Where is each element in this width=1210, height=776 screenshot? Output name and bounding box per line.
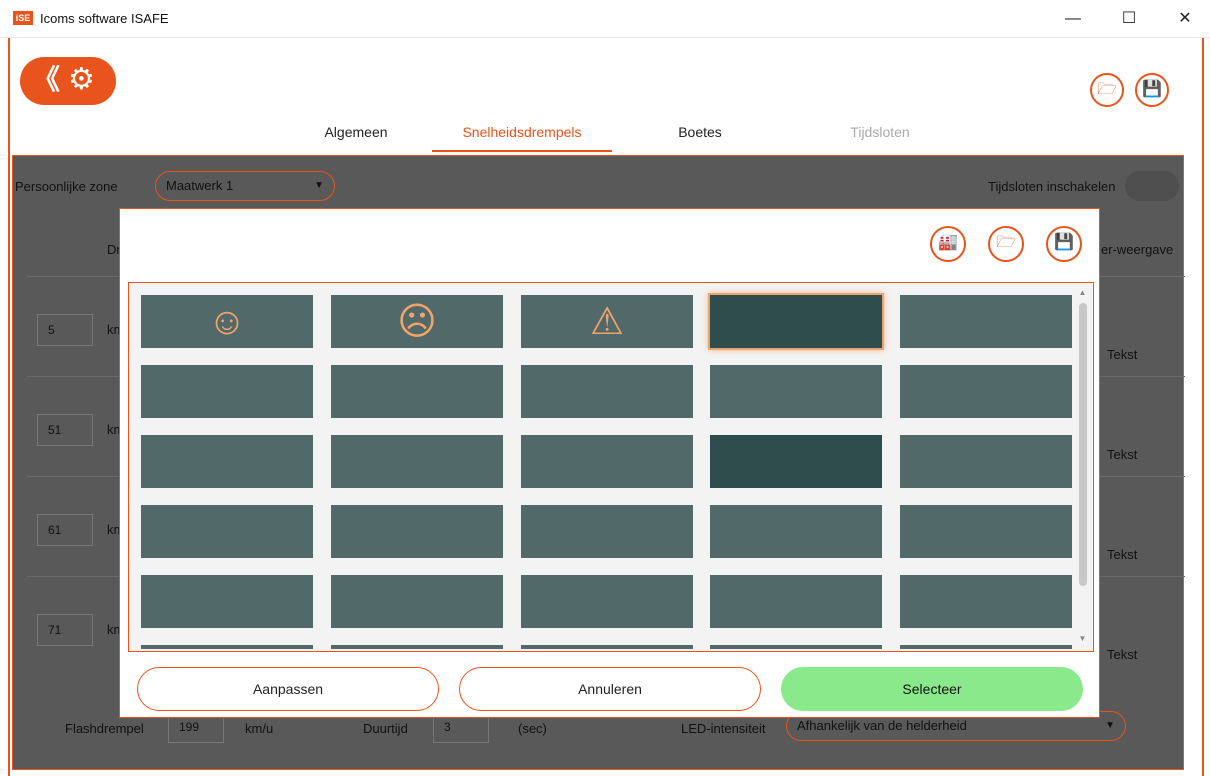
image-tile[interactable] — [900, 435, 1072, 488]
image-tile-partial[interactable] — [521, 645, 693, 649]
folder-icon: 🗁 — [996, 234, 1016, 251]
column-header-right: er-weergave — [1101, 242, 1174, 257]
select-button[interactable]: Selecteer — [781, 667, 1083, 711]
image-tile[interactable] — [521, 505, 693, 558]
image-tile[interactable] — [331, 505, 503, 558]
image-tile[interactable] — [331, 365, 503, 418]
image-tile[interactable] — [710, 295, 882, 348]
factory-icon: 🏭 — [938, 234, 958, 251]
speed-input[interactable]: 51 — [37, 414, 93, 446]
image-tile-partial[interactable] — [331, 645, 503, 649]
cancel-button[interactable]: Annuleren — [459, 667, 761, 711]
zone-select-value: Maatwerk 1 — [166, 178, 234, 193]
tab-boetes[interactable]: Boetes — [660, 124, 740, 140]
save-button[interactable]: 💾 — [1135, 73, 1169, 107]
image-tile[interactable] — [141, 505, 313, 558]
image-grid: ☺ ☹ ⚠ ▲ ▼ — [128, 282, 1094, 652]
dialog-toolbar: 🏭 🗁 💾 — [120, 209, 1099, 281]
gear-icon[interactable]: ⚙ — [68, 64, 95, 96]
speed-input[interactable]: 61 — [37, 514, 93, 546]
image-tile[interactable] — [900, 365, 1072, 418]
chevron-down-icon: ▼ — [1105, 720, 1115, 731]
adjust-button[interactable]: Aanpassen — [137, 667, 439, 711]
image-tile[interactable]: ☹ — [331, 295, 503, 348]
speed-input[interactable]: 5 — [37, 314, 93, 346]
image-tile[interactable] — [141, 435, 313, 488]
dialog-save-button[interactable]: 💾 — [1046, 226, 1082, 262]
duration-unit: (sec) — [518, 721, 547, 736]
display-mode: Tekst — [1107, 547, 1138, 562]
zone-select[interactable]: Maatwerk 1 ▼ — [155, 171, 335, 201]
flash-threshold-label: Flashdrempel — [65, 721, 144, 736]
image-picker-dialog: 🏭 🗁 💾 ☺ ☹ ⚠ ▲ ▼ Aanpassen Annuleren Select… — [119, 208, 1100, 718]
factory-reset-button[interactable]: 🏭 — [930, 226, 966, 262]
app-logo-icon: iSE — [13, 11, 33, 25]
grid-scrollbar[interactable]: ▲ ▼ — [1076, 287, 1089, 645]
scroll-up-arrow-icon[interactable]: ▲ — [1076, 287, 1089, 299]
led-intensity-value: Afhankelijk van de helderheid — [797, 718, 967, 733]
image-tile[interactable] — [710, 575, 882, 628]
image-tile[interactable] — [521, 435, 693, 488]
minimize-button[interactable]: — — [1050, 0, 1096, 38]
save-icon: 💾 — [1054, 234, 1074, 251]
chevron-down-icon: ▼ — [314, 180, 324, 191]
image-tile-partial[interactable] — [141, 645, 313, 649]
image-tile-partial[interactable] — [710, 645, 882, 649]
scroll-down-arrow-icon[interactable]: ▼ — [1076, 633, 1089, 645]
image-tile[interactable] — [900, 505, 1072, 558]
speed-input[interactable]: 71 — [37, 614, 93, 646]
tab-snelheidsdrempels[interactable]: Snelheidsdrempels — [432, 124, 612, 140]
zone-label: Persoonlijke zone — [15, 179, 118, 194]
back-settings-pill[interactable]: 《 ⚙ — [20, 57, 116, 105]
back-chevron-icon[interactable]: 《 — [32, 65, 60, 95]
window-title: Icoms software ISAFE — [40, 11, 169, 26]
led-intensity-label: LED-intensiteit — [681, 721, 766, 736]
duration-label: Duurtijd — [363, 721, 408, 736]
image-tile[interactable] — [521, 575, 693, 628]
image-tile[interactable] — [331, 435, 503, 488]
close-window-button[interactable]: ✕ — [1162, 0, 1208, 38]
image-tile[interactable] — [141, 575, 313, 628]
timeslots-label: Tijdsloten inschakelen — [988, 179, 1116, 194]
dialog-open-folder-button[interactable]: 🗁 — [988, 226, 1024, 262]
open-folder-button[interactable]: 🗁 — [1090, 73, 1124, 107]
display-mode: Tekst — [1107, 347, 1138, 362]
tab-algemeen[interactable]: Algemeen — [306, 124, 406, 140]
timeslots-toggle[interactable] — [1125, 171, 1179, 201]
maximize-button[interactable]: ☐ — [1106, 0, 1152, 38]
image-tile[interactable] — [900, 575, 1072, 628]
image-tile[interactable]: ⚠ — [521, 295, 693, 348]
active-tab-underline — [432, 150, 612, 152]
image-tile[interactable]: ☺ — [141, 295, 313, 348]
image-tile[interactable] — [141, 365, 313, 418]
window-titlebar: iSE Icoms software ISAFE — ☐ ✕ — [0, 0, 1210, 38]
tab-tijdsloten: Tijdsloten — [850, 124, 910, 140]
image-tile[interactable] — [710, 435, 882, 488]
display-mode: Tekst — [1107, 647, 1138, 662]
scroll-thumb[interactable] — [1079, 303, 1087, 586]
flash-threshold-unit: km/u — [245, 721, 274, 736]
image-tile[interactable] — [710, 505, 882, 558]
image-tile[interactable] — [521, 365, 693, 418]
display-mode: Tekst — [1107, 447, 1138, 462]
image-tile[interactable] — [710, 365, 882, 418]
image-tile[interactable] — [331, 575, 503, 628]
image-tile-partial[interactable] — [900, 645, 1072, 649]
image-tile[interactable] — [900, 295, 1072, 348]
